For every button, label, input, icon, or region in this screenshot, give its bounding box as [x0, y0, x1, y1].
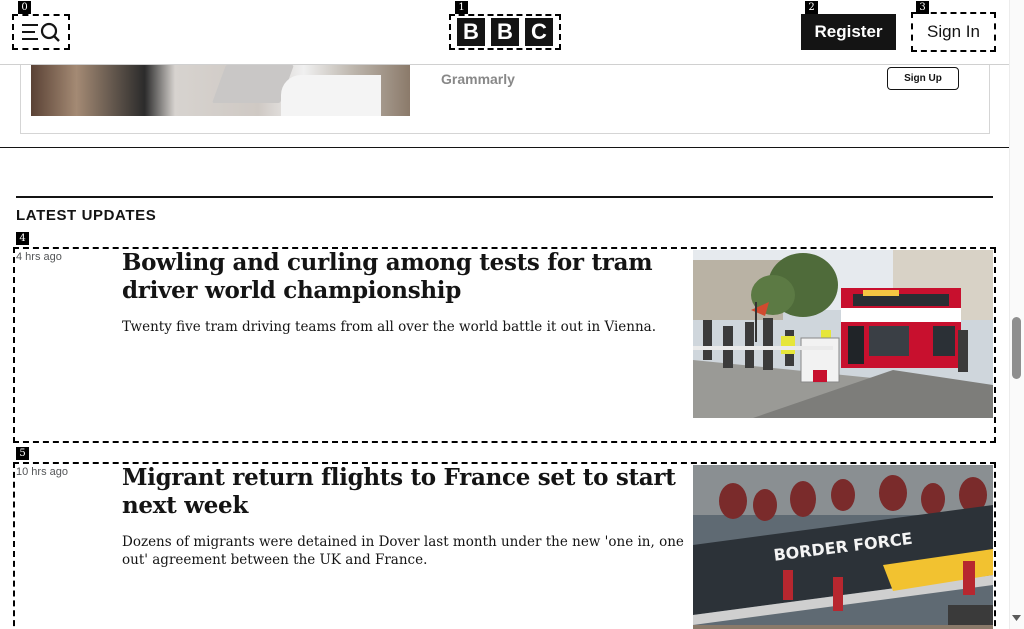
- marker-5: 5: [16, 447, 29, 460]
- site-header: 0 B B C 1 Register 2 Sign In 3: [0, 0, 1009, 65]
- article-timestamp: 4 hrs ago: [16, 251, 62, 263]
- sign-in-button[interactable]: Sign In: [911, 12, 996, 52]
- marker-0: 0: [18, 1, 31, 14]
- scroll-down-arrow-icon[interactable]: [1012, 614, 1021, 622]
- logo-letter-b2: B: [491, 18, 519, 46]
- article-card[interactable]: 4 hrs ago Bowling and curling among test…: [13, 247, 996, 443]
- marker-2: 2: [805, 1, 818, 14]
- article-timestamp: 10 hrs ago: [16, 466, 68, 478]
- article-headline[interactable]: Migrant return flights to France set to …: [122, 464, 682, 520]
- marker-4: 4: [16, 232, 29, 245]
- article-card[interactable]: 10 hrs ago Migrant return flights to Fra…: [13, 462, 996, 629]
- advert-sign-up-button[interactable]: Sign Up: [887, 67, 959, 90]
- advert-image[interactable]: [31, 65, 410, 116]
- divider: [0, 147, 1009, 148]
- tram-shape: [841, 288, 961, 368]
- scrollbar-track[interactable]: [1009, 0, 1024, 629]
- section-title: LATEST UPDATES: [16, 207, 157, 224]
- article-image-tram[interactable]: [693, 250, 993, 418]
- register-button[interactable]: Register: [801, 14, 896, 50]
- logo-letter-c: C: [525, 18, 553, 46]
- border-force-photo: BORDER FORCE: [693, 465, 993, 629]
- menu-search-icon: [22, 22, 60, 42]
- scrollbar-thumb[interactable]: [1012, 317, 1021, 379]
- shirt-shape: [281, 75, 381, 116]
- menu-search-button[interactable]: [12, 14, 70, 50]
- article-headline[interactable]: Bowling and curling among tests for tram…: [122, 249, 682, 305]
- article-summary: Dozens of migrants were detained in Dove…: [122, 534, 684, 568]
- advert-brand: Grammarly: [441, 71, 515, 87]
- tram-photo: [693, 250, 993, 418]
- bbc-logo[interactable]: B B C: [449, 14, 561, 50]
- article-summary: Twenty five tram driving teams from all …: [122, 319, 656, 335]
- section-rule: [16, 196, 993, 198]
- article-image-border-force[interactable]: BORDER FORCE: [693, 465, 993, 629]
- marker-1: 1: [455, 1, 468, 14]
- logo-letter-b1: B: [457, 18, 485, 46]
- marker-3: 3: [916, 1, 929, 14]
